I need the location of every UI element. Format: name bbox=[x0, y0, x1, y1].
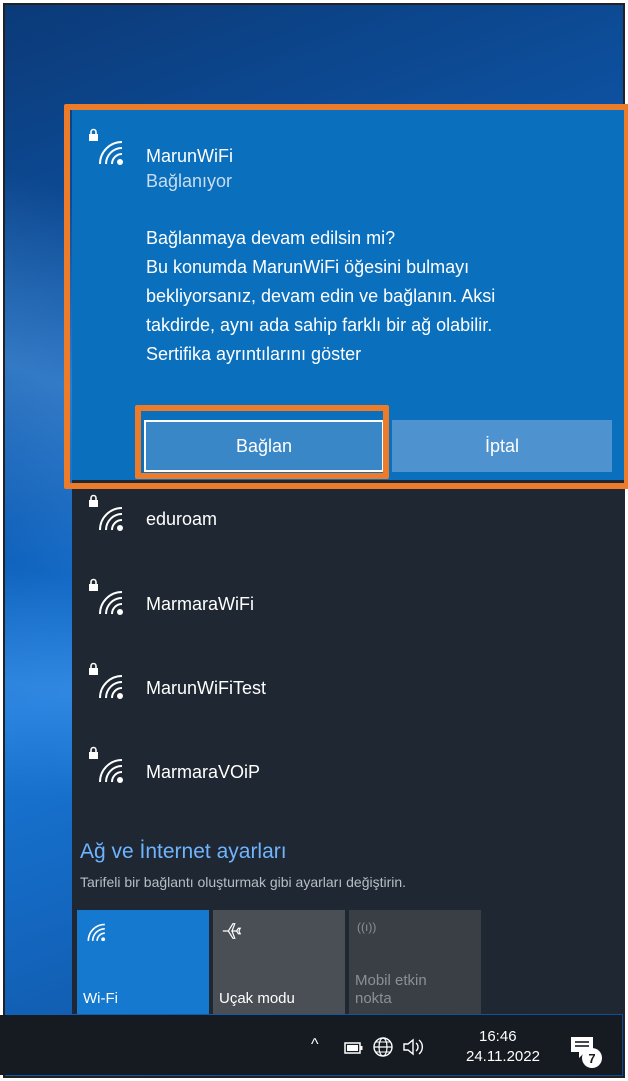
secured-wifi-icon bbox=[89, 578, 123, 615]
airplane-mode-tile[interactable]: Uçak modu bbox=[213, 910, 345, 1014]
network-item-marmarawifi[interactable]: MarmaraWiFi bbox=[72, 564, 625, 646]
network-item-marmaravoip[interactable]: MarmaraVOiP bbox=[72, 732, 625, 814]
notification-count-badge: 7 bbox=[582, 1048, 602, 1068]
mobile-hotspot-tile[interactable]: ((ı)) Mobil etkin nokta bbox=[349, 910, 481, 1014]
wifi-toggle-tile[interactable]: Wi-Fi bbox=[77, 910, 209, 1014]
airplane-icon bbox=[222, 923, 242, 939]
tile-label: Uçak modu bbox=[219, 990, 295, 1007]
hotspot-icon: ((ı)) bbox=[357, 920, 377, 934]
secured-wifi-icon bbox=[89, 494, 123, 531]
tile-label: Mobil etkin nokta bbox=[355, 972, 427, 1007]
network-item-marunwifitest[interactable]: MarunWiFiTest bbox=[72, 648, 625, 730]
connect-button-highlight bbox=[135, 405, 389, 479]
secured-wifi-icon bbox=[89, 746, 123, 783]
network-globe-icon[interactable] bbox=[372, 1036, 394, 1058]
network-name: MarmaraVOiP bbox=[146, 762, 261, 782]
network-name: MarmaraWiFi bbox=[146, 594, 254, 614]
network-settings-description: Tarifeli bir bağlantı oluşturmak gibi ay… bbox=[80, 874, 407, 890]
secured-wifi-icon bbox=[89, 662, 123, 699]
battery-icon[interactable] bbox=[344, 1042, 364, 1054]
network-item-eduroam[interactable]: eduroam bbox=[72, 480, 625, 562]
speaker-volume-icon[interactable] bbox=[402, 1037, 428, 1057]
network-name: MarunWiFiTest bbox=[146, 678, 267, 698]
network-name: eduroam bbox=[146, 509, 218, 529]
tile-label: Wi-Fi bbox=[83, 990, 118, 1007]
wifi-icon bbox=[87, 923, 106, 942]
network-settings-link[interactable]: Ağ ve İnternet ayarları bbox=[80, 840, 287, 864]
show-hidden-icons-chevron-icon[interactable]: ^ bbox=[311, 1036, 319, 1054]
clock-time[interactable]: 16:46 bbox=[479, 1028, 517, 1045]
clock-date[interactable]: 24.11.2022 bbox=[466, 1048, 540, 1065]
